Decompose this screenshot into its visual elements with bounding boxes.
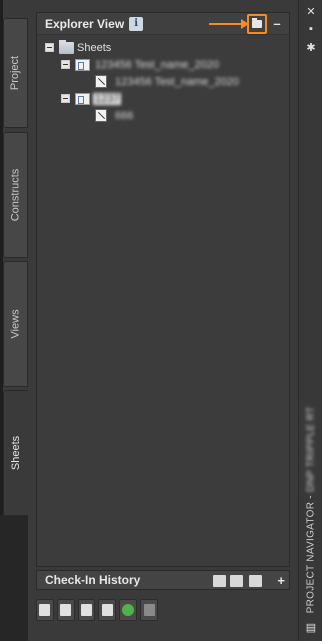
sheet-set-icon [75, 92, 90, 105]
tab-project[interactable]: Project [3, 18, 28, 128]
view-icon[interactable] [230, 575, 243, 587]
collapse-icon[interactable] [61, 94, 70, 103]
collapse-icon[interactable] [45, 43, 54, 52]
outer-background [0, 515, 28, 641]
palette-menu-icon[interactable]: ▤ [304, 620, 318, 634]
check-in-history-bar[interactable]: Check-In History + [36, 570, 290, 590]
tab-views-label: Views [9, 309, 22, 339]
tree-label-sheet-1: 123456 Test_name_2020 [115, 75, 239, 88]
info-icon[interactable]: i [129, 16, 144, 31]
tab-sheets[interactable]: Sheets [3, 390, 28, 516]
tree-label-sheet-2: 666 [115, 109, 134, 122]
archive-button[interactable] [140, 599, 158, 621]
table-icon [101, 604, 113, 616]
folder-open-icon [59, 39, 74, 54]
sheet-list-button[interactable] [98, 599, 117, 621]
sheet-icon [95, 75, 107, 88]
tree-row-sheet-set-2[interactable]: 1237 [37, 90, 289, 107]
minimize-button[interactable]: – [271, 16, 283, 31]
refresh-icon [122, 604, 135, 616]
explorer-title: Explorer View [45, 16, 125, 31]
compare-icon[interactable] [213, 575, 226, 587]
new-sheet-button[interactable] [36, 599, 54, 621]
main-panel: Explorer View i – Sheets 123456 Test_nam [30, 8, 294, 633]
bottom-toolbar [36, 598, 158, 622]
tree-label-set-1: 123456 Test_name_2020 [95, 58, 219, 71]
tab-views[interactable]: Views [3, 261, 28, 387]
refresh-button[interactable] [119, 599, 138, 621]
arrow-annotation-icon [209, 19, 249, 29]
sheet-properties-button[interactable] [56, 599, 75, 621]
tab-constructs-label: Constructs [9, 168, 22, 222]
tree-row-sheet-2[interactable]: 666 [37, 107, 289, 124]
tree-row-sheet-set-1[interactable]: 123456 Test_name_2020 [37, 56, 289, 73]
folder-icon [252, 18, 262, 28]
project-navigator-palette: Project Constructs Views Sheets Explorer… [0, 0, 322, 641]
publish-button[interactable] [77, 599, 96, 621]
properties-icon[interactable]: ✱ [304, 40, 318, 54]
publish-icon [81, 604, 93, 616]
expand-button[interactable]: + [277, 573, 285, 588]
sheet-set-icon [75, 58, 90, 71]
sheet-icon [95, 109, 107, 122]
tree-label-set-2: 1237 [93, 92, 122, 105]
tree-row-sheets[interactable]: Sheets [37, 39, 289, 56]
auto-hide-icon[interactable]: ▪ [304, 22, 318, 36]
comment-icon[interactable] [249, 575, 262, 587]
tree-row-sheet-1[interactable]: 123456 Test_name_2020 [37, 73, 289, 90]
sheet-tree: Sheets 123456 Test_name_2020 123456 Test… [37, 35, 289, 124]
check-in-history-title: Check-In History [45, 573, 141, 587]
collapse-icon[interactable] [61, 60, 70, 69]
close-button[interactable]: ✕ [304, 4, 318, 18]
tab-project-label: Project [9, 55, 22, 91]
tree-label-sheets: Sheets [77, 41, 112, 54]
explorer-view-panel: Explorer View i – Sheets 123456 Test_nam [36, 12, 290, 567]
palette-title: PROJECT NAVIGATOR - DNP TRIPPLE RT [306, 407, 317, 614]
palette-title-bar[interactable]: ✕ ▪ ✱ PROJECT NAVIGATOR - DNP TRIPPLE RT… [298, 0, 322, 641]
palette-title-prefix: PROJECT NAVIGATOR - [305, 491, 317, 614]
new-sheet-icon [39, 604, 51, 616]
archive-icon [143, 604, 155, 616]
open-folder-button[interactable] [247, 14, 267, 34]
tab-constructs[interactable]: Constructs [3, 132, 28, 258]
palette-title-project: DNP TRIPPLE RT [305, 406, 317, 492]
tab-sheets-label: Sheets [10, 435, 22, 471]
explorer-header: Explorer View i – [37, 13, 289, 35]
clipboard-icon [60, 604, 72, 616]
